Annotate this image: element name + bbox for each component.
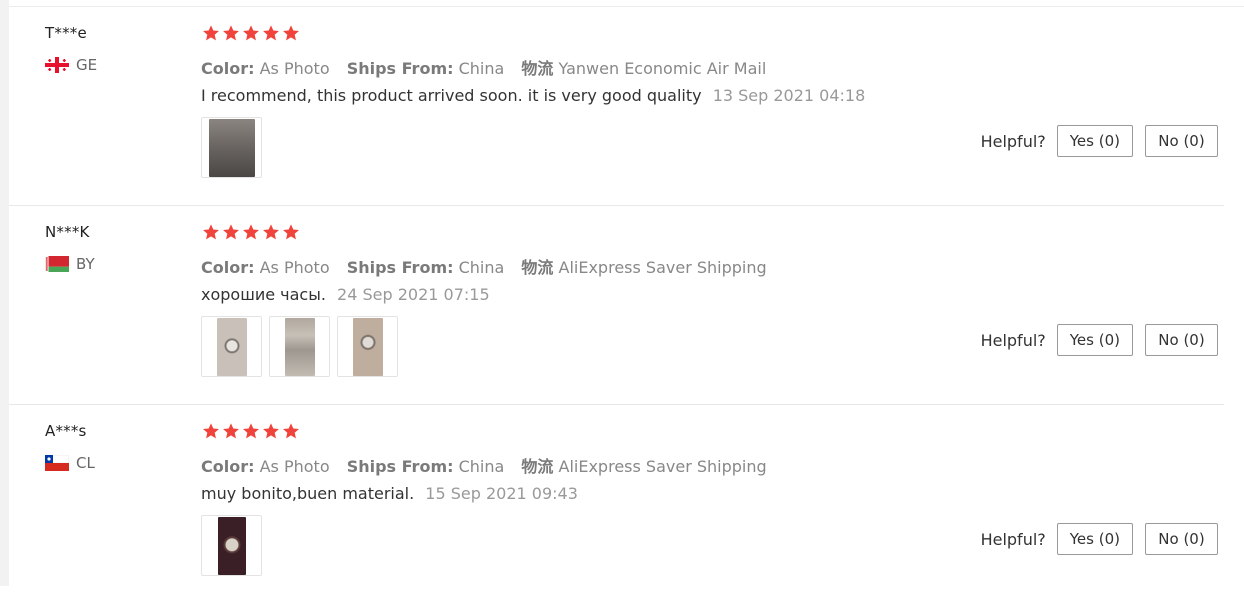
review-photo-thumbnail[interactable] <box>201 117 262 178</box>
review-item: N***K BY Color: As Photo Ships From: Chi… <box>9 206 1224 405</box>
color-label: Color: <box>201 258 255 277</box>
star-icon <box>263 224 279 240</box>
ships-from-label: Ships From: <box>346 59 454 78</box>
ships-from-label: Ships From: <box>346 258 454 277</box>
review-photo-thumbnail[interactable] <box>201 515 262 576</box>
review-comment: muy bonito,buen material. 15 Sep 2021 09… <box>201 484 578 503</box>
chile-flag-icon <box>44 454 70 471</box>
user-country: CL <box>44 454 95 472</box>
comment-text: I recommend, this product arrived soon. … <box>201 86 702 105</box>
color-label: Color: <box>201 59 255 78</box>
star-icon <box>243 423 259 439</box>
shipping-method: Yanwen Economic Air Mail <box>558 59 767 78</box>
review-comment: I recommend, this product arrived soon. … <box>201 86 865 105</box>
star-icon <box>283 423 299 439</box>
star-icon <box>203 224 219 240</box>
star-icon <box>283 224 299 240</box>
star-icon <box>283 25 299 41</box>
country-code: GE <box>76 56 98 74</box>
ships-from-value: China <box>458 59 505 78</box>
user-country: GE <box>45 56 97 74</box>
comment-text: хорошие часы. <box>201 285 326 304</box>
color-value: As Photo <box>259 457 330 476</box>
star-icon <box>263 25 279 41</box>
logistics-label: 物流 <box>521 457 554 476</box>
review-item: A***s CL Color: As Photo Ships From: Chi… <box>9 405 1224 604</box>
review-time: 24 Sep 2021 07:15 <box>337 285 490 304</box>
helpful-no-button[interactable]: No (0) <box>1145 324 1218 356</box>
review-photos <box>201 515 262 576</box>
comment-text: muy bonito,buen material. <box>201 484 415 503</box>
review-photo-thumbnail[interactable] <box>269 316 330 377</box>
user-country: BY <box>45 255 95 273</box>
star-icon <box>243 224 259 240</box>
helpful-label: Helpful? <box>980 330 1046 350</box>
color-value: As Photo <box>259 59 330 78</box>
ships-from-label: Ships From: <box>346 457 454 476</box>
user-name: T***e <box>45 24 87 42</box>
georgia-flag-icon <box>45 57 69 73</box>
left-rail <box>0 0 9 586</box>
user-name: A***s <box>45 422 87 440</box>
helpful-vote: Helpful? Yes (0) No (0) <box>981 125 1218 157</box>
star-icon <box>203 25 219 41</box>
helpful-no-button[interactable]: No (0) <box>1145 125 1218 157</box>
star-icon <box>203 423 219 439</box>
helpful-vote: Helpful? Yes (0) No (0) <box>981 324 1218 356</box>
review-meta: Color: As Photo Ships From: China 物流 Ali… <box>201 453 767 477</box>
shipping-method: AliExpress Saver Shipping <box>558 457 767 476</box>
star-rating <box>202 422 300 440</box>
review-time: 13 Sep 2021 04:18 <box>712 86 866 105</box>
user-name: N***K <box>45 223 90 241</box>
review-photos <box>201 117 262 178</box>
logistics-label: 物流 <box>521 59 554 78</box>
star-rating <box>202 24 300 42</box>
helpful-label: Helpful? <box>980 131 1046 151</box>
star-icon <box>243 25 259 41</box>
review-photos <box>201 316 398 377</box>
logistics-label: 物流 <box>521 258 554 277</box>
top-divider <box>9 0 1244 7</box>
ships-from-value: China <box>458 457 505 476</box>
ships-from-value: China <box>458 258 505 277</box>
helpful-vote: Helpful? Yes (0) No (0) <box>981 523 1218 555</box>
review-comment: хорошие часы. 24 Sep 2021 07:15 <box>201 285 490 304</box>
country-code: CL <box>76 454 95 472</box>
review-meta: Color: As Photo Ships From: China 物流 Ali… <box>201 254 767 278</box>
shipping-method: AliExpress Saver Shipping <box>558 258 767 277</box>
review-photo-thumbnail[interactable] <box>337 316 398 377</box>
country-code: BY <box>76 255 95 273</box>
helpful-yes-button[interactable]: Yes (0) <box>1056 125 1133 157</box>
belarus-flag-icon <box>45 256 69 272</box>
helpful-no-button[interactable]: No (0) <box>1145 523 1218 555</box>
review-meta: Color: As Photo Ships From: China 物流 Yan… <box>201 55 766 79</box>
color-label: Color: <box>201 457 255 476</box>
helpful-yes-button[interactable]: Yes (0) <box>1056 324 1133 356</box>
star-icon <box>223 224 239 240</box>
helpful-yes-button[interactable]: Yes (0) <box>1056 523 1133 555</box>
star-icon <box>223 423 239 439</box>
review-time: 15 Sep 2021 09:43 <box>425 484 578 503</box>
star-rating <box>202 223 300 241</box>
helpful-label: Helpful? <box>980 529 1046 549</box>
star-icon <box>263 423 279 439</box>
review-item: T***e GE Color: As Photo Ships From: Chi… <box>9 7 1224 206</box>
review-photo-thumbnail[interactable] <box>201 316 262 377</box>
star-icon <box>223 25 239 41</box>
color-value: As Photo <box>259 258 330 277</box>
